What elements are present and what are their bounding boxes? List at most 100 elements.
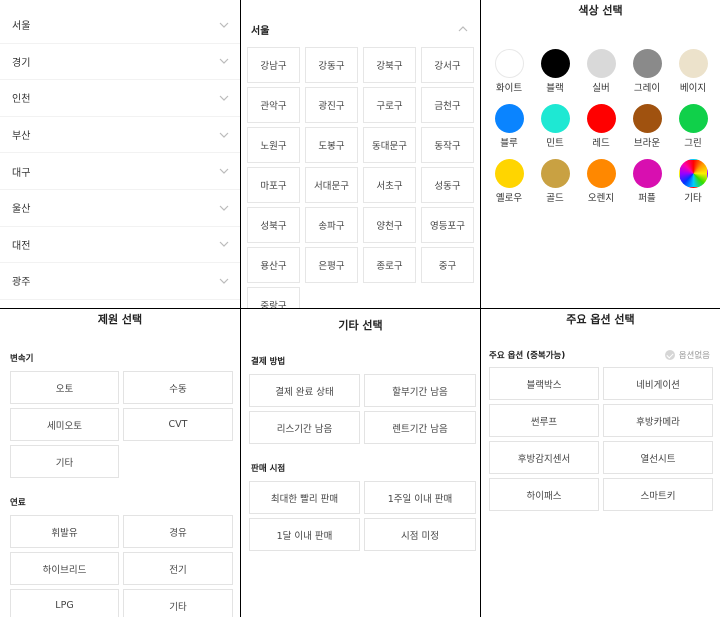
district-button[interactable]: 영등포구 [421, 207, 474, 243]
district-button[interactable]: 노원구 [247, 127, 300, 163]
district-button[interactable]: 강남구 [247, 47, 300, 83]
payment-button[interactable]: 리스기간 남음 [249, 411, 360, 444]
color-grid: 화이트 블랙 실버 그레이 베이지블루 민트 레드 브라운 그린옐로우 골드 오렌지 퍼플 기타 [481, 18, 720, 204]
fuel-button[interactable]: 경유 [123, 515, 233, 548]
option-button[interactable]: 열선시트 [603, 441, 713, 474]
district-button[interactable]: 양천구 [363, 207, 416, 243]
option-grid: 블랙박스 네비게이션 썬루프 후방카메라 후방감지센서 열선시트 하이패스 스마트키 [481, 367, 720, 511]
region-label: 경기 [12, 57, 31, 69]
option-button[interactable]: 썬루프 [489, 404, 599, 437]
region-label: 서울 [12, 21, 31, 33]
district-panel-title: 서울 [251, 25, 270, 37]
no-option-label: 옵션없음 [678, 351, 710, 361]
chevron-down-icon [219, 241, 229, 248]
option-button[interactable]: 블랙박스 [489, 367, 599, 400]
color-option[interactable]: 골드 [532, 159, 578, 204]
district-button[interactable]: 강동구 [305, 47, 358, 83]
chevron-down-icon [219, 205, 229, 211]
color-swatch [494, 104, 524, 133]
option-button[interactable]: 하이패스 [489, 478, 599, 511]
sale-button[interactable]: 최대한 빨리 판매 [249, 481, 360, 514]
color-option[interactable]: 그린 [670, 104, 716, 149]
color-option[interactable]: 옐로우 [486, 159, 532, 204]
region-item[interactable]: 대전 [0, 227, 240, 264]
region-item[interactable]: 경기 [0, 44, 240, 81]
color-swatch [678, 49, 708, 78]
fuel-button[interactable]: 전기 [123, 552, 233, 585]
transmission-button[interactable]: 오토 [10, 371, 119, 404]
color-option[interactable]: 화이트 [486, 49, 532, 94]
region-item[interactable]: 부산 [0, 117, 240, 154]
color-option[interactable]: 기타 [670, 159, 716, 204]
region-item[interactable]: 울산 [0, 190, 240, 227]
district-button[interactable]: 용산구 [247, 247, 300, 283]
color-swatch [678, 159, 708, 188]
color-option[interactable]: 블랙 [532, 49, 578, 94]
district-button[interactable]: 구로구 [363, 87, 416, 123]
district-button[interactable]: 관악구 [247, 87, 300, 123]
district-button[interactable]: 중랑구 [247, 287, 300, 308]
region-item[interactable]: 인천 [0, 80, 240, 117]
region-item[interactable]: 대구 [0, 153, 240, 190]
option-panel-title: 주요 옵션 선택 [566, 313, 635, 326]
district-button[interactable]: 성동구 [421, 167, 474, 203]
district-button[interactable]: 성북구 [247, 207, 300, 243]
option-button[interactable]: 스마트키 [603, 478, 713, 511]
spec-panel-title: 제원 선택 [97, 313, 143, 326]
transmission-button[interactable]: CVT [123, 408, 233, 441]
fuel-button[interactable]: 기타 [123, 589, 233, 617]
transmission-button[interactable]: 수동 [123, 371, 233, 404]
transmission-button[interactable]: 세미오토 [10, 408, 119, 441]
payment-button[interactable]: 결제 완료 상태 [249, 374, 360, 407]
district-button[interactable]: 도봉구 [305, 127, 358, 163]
district-button[interactable]: 은평구 [305, 247, 358, 283]
color-label: 그레이 [633, 83, 661, 94]
region-item[interactable]: 광주 [0, 263, 240, 300]
chevron-up-icon[interactable] [456, 22, 470, 36]
color-option[interactable]: 퍼플 [624, 159, 670, 204]
chevron-down-icon [219, 168, 229, 175]
option-button[interactable]: 후방감지센서 [489, 441, 599, 474]
payment-button[interactable]: 렌트기간 남음 [364, 411, 476, 444]
district-button[interactable]: 중구 [421, 247, 474, 283]
district-button[interactable]: 송파구 [305, 207, 358, 243]
district-button[interactable]: 마포구 [247, 167, 300, 203]
sale-button[interactable]: 1주일 이내 판매 [364, 481, 476, 514]
transmission-button[interactable]: 기타 [10, 445, 119, 478]
fuel-button[interactable]: 휘발유 [10, 515, 119, 548]
color-option[interactable]: 오렌지 [578, 159, 624, 204]
color-option[interactable]: 베이지 [670, 49, 716, 94]
district-button[interactable]: 동대문구 [363, 127, 416, 163]
sale-button[interactable]: 1달 이내 판매 [249, 518, 360, 551]
district-button[interactable]: 강서구 [421, 47, 474, 83]
district-button[interactable]: 금천구 [421, 87, 474, 123]
sale-button[interactable]: 시점 미정 [364, 518, 476, 551]
color-option[interactable]: 레드 [578, 104, 624, 149]
region-item[interactable]: 서울 [0, 7, 240, 44]
sale-grid: 최대한 빨리 판매 1주일 이내 판매 1달 이내 판매 시점 미정 [241, 481, 480, 551]
option-button[interactable]: 네비게이션 [603, 367, 713, 400]
color-option[interactable]: 브라운 [624, 104, 670, 149]
color-swatch [540, 104, 570, 133]
sale-label: 판매 시점 [251, 464, 286, 474]
fuel-button[interactable]: LPG [10, 589, 119, 617]
payment-button[interactable]: 할부기간 남음 [364, 374, 476, 407]
fuel-button[interactable]: 하이브리드 [10, 552, 119, 585]
color-label: 퍼플 [638, 193, 656, 204]
color-option[interactable]: 그레이 [624, 49, 670, 94]
color-option[interactable]: 민트 [532, 104, 578, 149]
chevron-down-icon [219, 132, 229, 138]
district-button[interactable]: 동작구 [421, 127, 474, 163]
district-button[interactable]: 광진구 [305, 87, 358, 123]
color-option[interactable]: 블루 [486, 104, 532, 149]
district-button[interactable]: 서대문구 [305, 167, 358, 203]
color-option[interactable]: 실버 [578, 49, 624, 94]
no-option-toggle[interactable]: 옵션없음 [664, 349, 710, 361]
transmission-label: 변속기 [10, 354, 34, 364]
option-button[interactable]: 후방카메라 [603, 404, 713, 437]
district-button[interactable]: 종로구 [363, 247, 416, 283]
district-button[interactable]: 서초구 [363, 167, 416, 203]
color-label: 브라운 [633, 138, 661, 149]
color-label: 오렌지 [587, 193, 615, 204]
district-button[interactable]: 강북구 [363, 47, 416, 83]
